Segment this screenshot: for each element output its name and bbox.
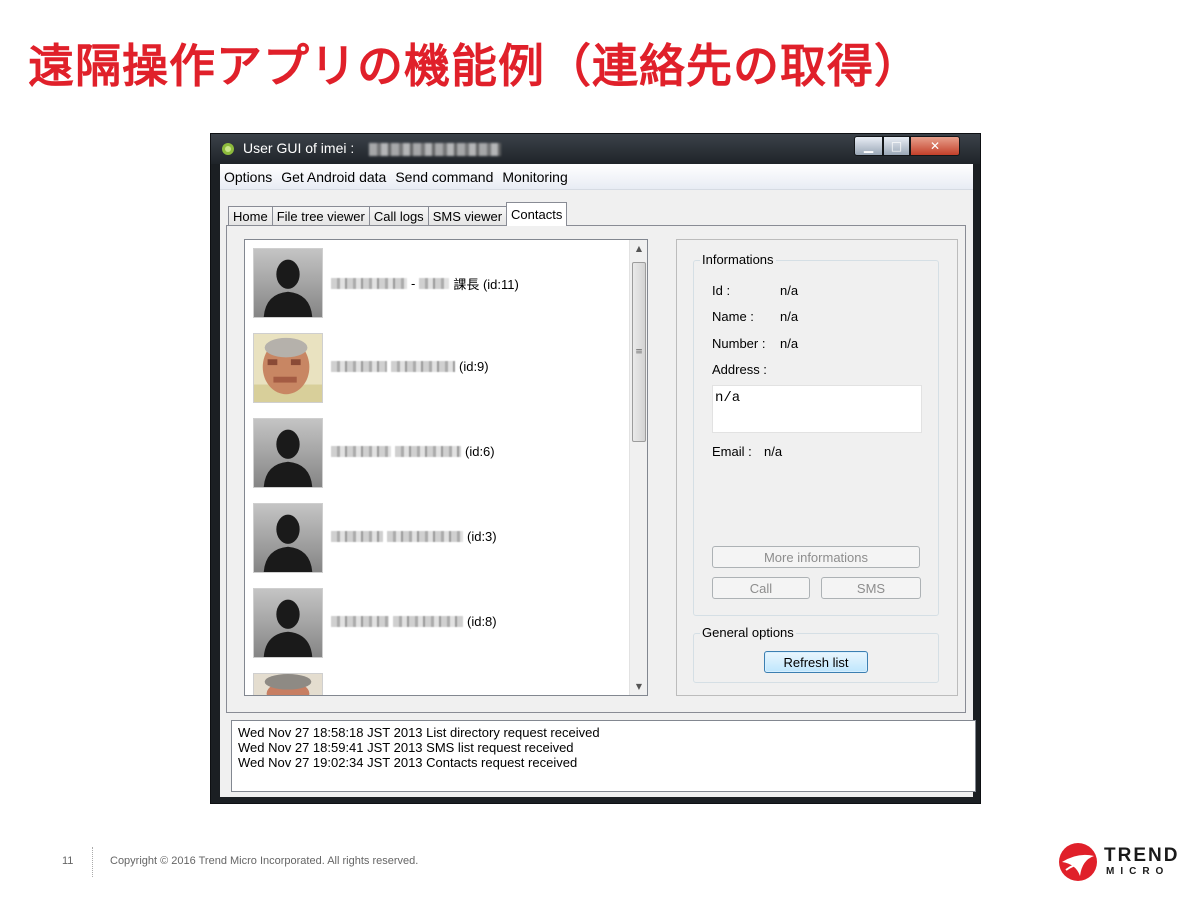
redacted-name — [395, 446, 461, 457]
list-item[interactable]: (id:8) — [253, 588, 583, 658]
tab-strip: Home File tree viewer Call logs SMS view… — [228, 202, 568, 226]
id-value: n/a — [780, 283, 799, 298]
maximize-button[interactable]: □ — [883, 136, 910, 156]
general-options-title: General options — [700, 625, 796, 640]
contact-name: (id:3) — [331, 529, 497, 544]
call-button[interactable]: Call — [712, 577, 810, 599]
avatar — [253, 588, 323, 658]
scroll-up-icon[interactable]: ▲ — [630, 240, 647, 257]
redacted-name — [331, 616, 389, 627]
person-silhouette-icon — [254, 504, 322, 572]
avatar — [253, 673, 323, 695]
contact-list-scrollbar[interactable]: ▲ ≡ ▼ — [629, 240, 647, 695]
scroll-down-icon[interactable]: ▼ — [630, 678, 647, 695]
number-label: Number : — [712, 336, 766, 351]
redacted-name — [331, 361, 387, 372]
minimize-icon: ▁ — [863, 139, 874, 153]
contact-name: - 課長 (id:11) — [331, 274, 519, 293]
copyright-text: Copyright © 2016 Trend Micro Incorporate… — [110, 855, 419, 867]
more-informations-button[interactable]: More informations — [712, 546, 920, 568]
avatar — [253, 333, 323, 403]
window-client: Options Get Android data Send command Mo… — [220, 164, 976, 797]
general-options-group: General options Refresh list — [693, 625, 939, 683]
menu-send-command[interactable]: Send command — [395, 169, 493, 185]
title-bar[interactable]: User GUI of imei : ▁ □ ✕ — [211, 134, 980, 164]
list-item[interactable]: (id:6) — [253, 418, 583, 488]
menu-options[interactable]: Options — [224, 169, 272, 185]
informations-group: Informations Id : n/a Name : n/a Number … — [693, 252, 939, 616]
number-value: n/a — [780, 336, 799, 351]
footer-divider — [92, 847, 93, 877]
redacted-name — [419, 278, 450, 289]
log-output[interactable]: Wed Nov 27 18:58:18 JST 2013 List direct… — [231, 720, 976, 792]
contact-details-panel: Informations Id : n/a Name : n/a Number … — [676, 239, 958, 696]
scroll-thumb[interactable]: ≡ — [632, 262, 646, 442]
list-item[interactable]: - 課長 (id:11) — [253, 248, 583, 318]
logo-text-micro: MICRO — [1106, 866, 1170, 877]
trend-micro-logo-icon — [1059, 843, 1097, 881]
menu-bar: Options Get Android data Send command Mo… — [220, 164, 973, 190]
menu-monitoring[interactable]: Monitoring — [502, 169, 567, 185]
sms-button[interactable]: SMS — [821, 577, 921, 599]
menu-get-android-data[interactable]: Get Android data — [281, 169, 386, 185]
list-item[interactable]: (id:3) — [253, 503, 583, 573]
redacted-name — [331, 531, 383, 542]
email-value: n/a — [764, 444, 783, 459]
close-icon: ✕ — [929, 139, 941, 153]
tab-home[interactable]: Home — [228, 206, 273, 226]
app-window: User GUI of imei : ▁ □ ✕ Options Get And… — [210, 133, 981, 804]
redacted-name — [331, 278, 407, 289]
android-app-icon — [222, 143, 234, 155]
name-value: n/a — [780, 309, 799, 324]
minimize-button[interactable]: ▁ — [854, 136, 883, 156]
redacted-name — [391, 361, 455, 372]
redacted-name — [331, 446, 391, 457]
trend-micro-logo: TREND MICRO — [1058, 842, 1178, 882]
id-label: Id : — [712, 283, 731, 298]
tab-file-tree-viewer[interactable]: File tree viewer — [271, 206, 370, 226]
window-title: User GUI of imei : — [243, 140, 355, 156]
email-label: Email : — [712, 444, 752, 459]
informations-title: Informations — [700, 252, 776, 267]
redacted-imei — [369, 143, 501, 156]
tab-contacts[interactable]: Contacts — [506, 202, 568, 226]
tab-call-logs[interactable]: Call logs — [368, 206, 429, 226]
person-photo — [254, 334, 322, 402]
avatar — [253, 503, 323, 573]
redacted-name — [393, 616, 463, 627]
log-line: Wed Nov 27 18:59:41 JST 2013 SMS list re… — [238, 740, 574, 755]
maximize-icon: □ — [890, 139, 903, 153]
avatar — [253, 248, 323, 318]
refresh-list-button[interactable]: Refresh list — [764, 651, 868, 673]
log-line: Wed Nov 27 19:02:34 JST 2013 Contacts re… — [238, 755, 578, 770]
contact-name: (id:6) — [331, 444, 495, 459]
contact-list[interactable]: - 課長 (id:11) (id:9) (id:6) (id:3) (id:8)… — [244, 239, 648, 696]
address-label: Address : — [712, 362, 767, 377]
redacted-name — [387, 531, 463, 542]
person-photo — [254, 674, 322, 695]
slide-title: 遠隔操作アプリの機能例（連絡先の取得） — [28, 39, 921, 93]
logo-text-trend: TREND — [1104, 845, 1180, 866]
person-silhouette-icon — [254, 249, 322, 317]
tab-sms-viewer[interactable]: SMS viewer — [427, 206, 508, 226]
contact-name: (id:8) — [331, 614, 497, 629]
person-silhouette-icon — [254, 589, 322, 657]
address-field[interactable]: n/a — [712, 385, 922, 433]
list-item[interactable] — [253, 673, 583, 695]
close-button[interactable]: ✕ — [910, 136, 960, 156]
person-silhouette-icon — [254, 419, 322, 487]
name-label: Name : — [712, 309, 754, 324]
list-item[interactable]: (id:9) — [253, 333, 583, 403]
avatar — [253, 418, 323, 488]
page-number: 11 — [62, 855, 74, 867]
contact-name: (id:9) — [331, 359, 489, 374]
log-line: Wed Nov 27 18:58:18 JST 2013 List direct… — [238, 725, 600, 740]
